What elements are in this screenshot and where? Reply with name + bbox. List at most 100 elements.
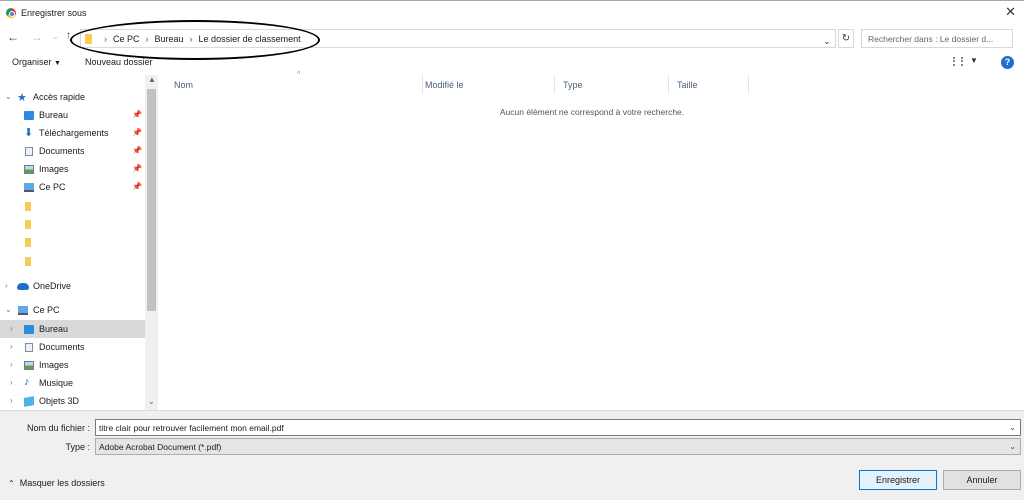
sidebar-scrollbar[interactable]: ▲ ⌄: [145, 75, 158, 410]
hide-folders-button[interactable]: ⌃ Masquer les dossiers: [8, 478, 105, 488]
column-header-size[interactable]: Taille: [669, 75, 749, 94]
search-input[interactable]: [862, 30, 1012, 47]
sidebar-item-this-pc[interactable]: ⌄ Ce PC: [0, 301, 145, 319]
pin-icon[interactable]: 📌: [132, 164, 142, 173]
sidebar-item-onedrive[interactable]: › OneDrive: [0, 277, 145, 295]
up-arrow-icon[interactable]: ↑: [66, 30, 71, 41]
sidebar-item-pc-images[interactable]: › Images: [0, 356, 145, 374]
folder-icon: [85, 34, 92, 44]
column-header-label: Taille: [677, 80, 698, 90]
chevron-expanded-icon[interactable]: ⌄: [5, 305, 12, 314]
document-icon: [25, 343, 33, 352]
back-arrow-icon[interactable]: ←: [7, 30, 19, 44]
chevron-right-icon[interactable]: ›: [10, 360, 13, 369]
address-bar[interactable]: › Ce PC › Bureau › Le dossier de classem…: [80, 29, 836, 48]
navigation-pane: ⌄ ★ Accès rapide Bureau 📌 ⬇ Téléchargeme…: [0, 75, 158, 410]
chevron-down-icon[interactable]: ▼: [970, 56, 978, 65]
image-icon: [24, 165, 34, 174]
hide-folders-label: Masquer les dossiers: [19, 478, 105, 488]
chevron-right-icon[interactable]: ›: [5, 281, 8, 290]
sidebar-item-bureau[interactable]: Bureau 📌: [0, 106, 145, 124]
sidebar-item-label: Documents: [39, 342, 85, 352]
title-bar: Enregistrer sous ✕: [0, 0, 1024, 26]
chevron-down-icon: ▼: [54, 60, 61, 67]
chevron-up-icon: ⌃: [8, 479, 15, 488]
breadcrumb-separator-icon: ›: [145, 34, 149, 44]
sidebar-item-folder[interactable]: [0, 252, 145, 270]
sidebar-item-folder[interactable]: [0, 215, 145, 233]
pin-icon[interactable]: 📌: [132, 182, 142, 191]
filename-label: Nom du fichier :: [26, 423, 90, 433]
column-header-label: Nom: [174, 80, 194, 90]
sidebar-item-ce-pc[interactable]: Ce PC 📌: [0, 178, 145, 196]
computer-icon: [24, 183, 34, 192]
address-dropdown-icon[interactable]: ⌄: [823, 36, 831, 47]
sidebar-item-label: Musique: [39, 378, 74, 388]
organize-button[interactable]: Organiser ▼: [12, 57, 61, 67]
sidebar-item-documents[interactable]: Documents 📌: [0, 142, 145, 160]
chevron-expanded-icon[interactable]: ⌄: [5, 92, 12, 101]
column-header-label: Type: [563, 80, 583, 90]
search-box[interactable]: [861, 29, 1013, 48]
sidebar-item-pc-documents[interactable]: › Documents: [0, 338, 145, 356]
sidebar-item-label: Accès rapide: [33, 92, 86, 102]
window-title: Enregistrer sous: [21, 8, 87, 18]
breadcrumb-ce-pc[interactable]: Ce PC: [113, 34, 140, 44]
close-icon[interactable]: ✕: [1005, 4, 1016, 20]
chevron-down-icon[interactable]: ⌄: [1009, 442, 1016, 451]
column-header-label: Modifié le: [425, 80, 464, 90]
sidebar-item-label: OneDrive: [33, 281, 72, 291]
filename-field[interactable]: titre clair pour retrouver facilement mo…: [95, 419, 1021, 436]
cancel-button[interactable]: Annuler: [943, 470, 1021, 490]
folder-icon: [25, 257, 31, 266]
sidebar-item-pc-objets-3d[interactable]: › Objets 3D: [0, 392, 145, 410]
filetype-value: Adobe Acrobat Document (*.pdf): [99, 442, 222, 452]
empty-message: Aucun élément ne correspond à votre rech…: [499, 107, 685, 117]
star-icon: ★: [17, 92, 27, 104]
desktop-icon: [24, 111, 34, 120]
recent-dropdown-icon[interactable]: ⌄: [52, 32, 59, 41]
folder-icon: [25, 238, 31, 247]
sidebar-item-label: Ce PC: [33, 305, 60, 315]
pin-icon[interactable]: 📌: [132, 128, 142, 137]
sidebar-item-telechargements[interactable]: ⬇ Téléchargements 📌: [0, 124, 145, 142]
scroll-up-icon[interactable]: ▲: [148, 75, 156, 84]
music-icon: ♪: [24, 376, 30, 388]
sidebar-item-folder[interactable]: [0, 233, 145, 251]
view-options-icon[interactable]: [953, 57, 963, 66]
chevron-right-icon[interactable]: ›: [10, 342, 13, 351]
sidebar-item-label: Images: [39, 360, 69, 370]
save-button[interactable]: Enregistrer: [859, 470, 937, 490]
folder-icon: [25, 220, 31, 229]
chevron-down-icon[interactable]: ⌄: [1009, 423, 1016, 432]
pin-icon[interactable]: 📌: [132, 146, 142, 155]
column-header-modified[interactable]: Modifié le: [417, 75, 555, 94]
help-icon[interactable]: ?: [1001, 56, 1014, 69]
pin-icon[interactable]: 📌: [132, 110, 142, 119]
column-header-type[interactable]: Type: [555, 75, 669, 94]
chevron-right-icon[interactable]: ›: [10, 324, 13, 333]
sidebar-item-folder[interactable]: [0, 197, 145, 215]
breadcrumb-separator-icon: ›: [189, 34, 193, 44]
chevron-right-icon[interactable]: ›: [10, 378, 13, 387]
sidebar-item-label: Bureau: [39, 110, 69, 120]
sort-ascending-icon: ^: [297, 71, 301, 78]
chevron-right-icon[interactable]: ›: [10, 396, 13, 405]
breadcrumb-current-folder[interactable]: Le dossier de classement: [199, 34, 301, 44]
forward-arrow-icon[interactable]: →: [31, 30, 43, 44]
cloud-icon: [17, 283, 29, 290]
scroll-down-icon[interactable]: ⌄: [148, 397, 155, 406]
breadcrumb: › Ce PC › Bureau › Le dossier de classem…: [98, 34, 301, 44]
column-header-name[interactable]: Nom ^: [166, 71, 423, 94]
sidebar-item-images[interactable]: Images 📌: [0, 160, 145, 178]
filetype-select[interactable]: Adobe Acrobat Document (*.pdf) ⌄: [95, 438, 1021, 455]
new-folder-button[interactable]: Nouveau dossier: [85, 57, 153, 67]
refresh-icon[interactable]: ↻: [838, 29, 854, 48]
sidebar-item-label: Bureau: [39, 324, 69, 334]
image-icon: [24, 361, 34, 370]
sidebar-item-pc-musique[interactable]: › ♪ Musique: [0, 374, 145, 392]
scrollbar-thumb[interactable]: [147, 89, 156, 311]
breadcrumb-bureau[interactable]: Bureau: [155, 34, 184, 44]
sidebar-item-pc-bureau[interactable]: › Bureau: [0, 320, 145, 338]
sidebar-item-quick-access[interactable]: ⌄ ★ Accès rapide: [0, 88, 145, 106]
